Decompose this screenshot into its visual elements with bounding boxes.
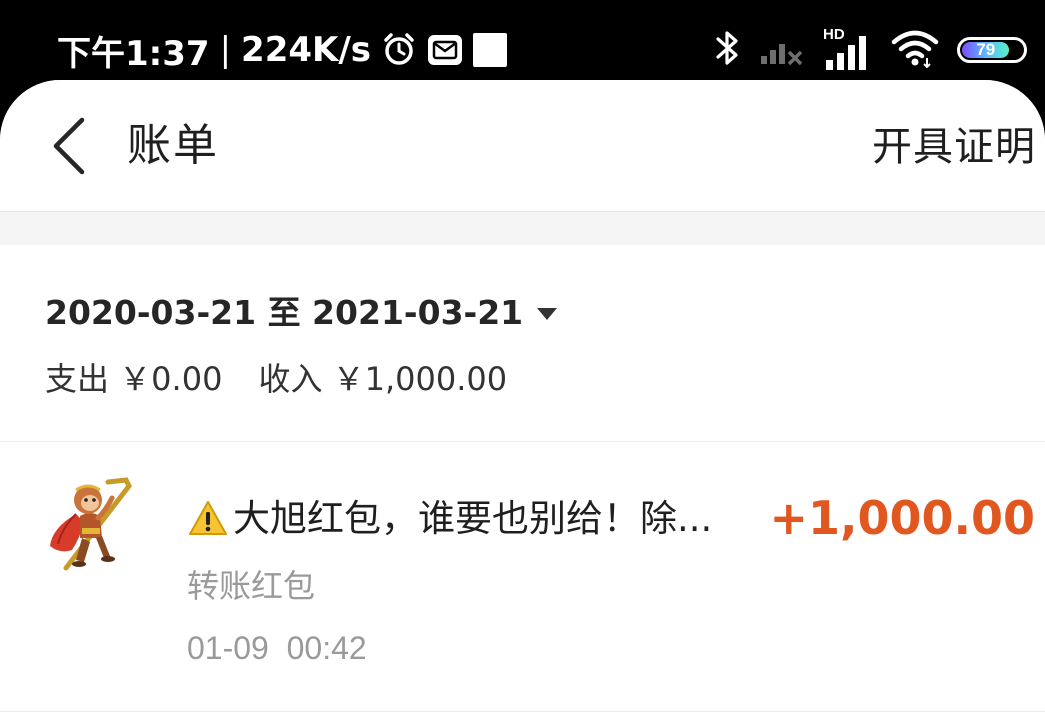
status-separator: | <box>219 30 232 70</box>
transaction-row[interactable]: 大旭红包，谁要也别给！除... +1,000.00 转账红包 01-09 00:… <box>0 442 1045 712</box>
transaction-type: 转账红包 <box>187 567 316 605</box>
transaction-time: 01-09 00:42 <box>187 630 367 666</box>
status-time: 下午1:37 <box>57 33 210 74</box>
signal-weak-icon <box>759 30 805 70</box>
status-left: 下午1:37 | 224K/s <box>57 26 508 74</box>
issue-certificate-button[interactable]: 开具证明 <box>872 120 1036 174</box>
status-right: HD 79 <box>715 26 1027 72</box>
summary-section: 2020-03-21 至 2021-03-21 支出 ￥0.00 收入 ￥1,0… <box>0 245 1045 442</box>
battery-icon: 79 <box>957 37 1027 63</box>
transaction-amount: +1,000.00 <box>769 491 1035 545</box>
date-range-selector[interactable]: 2020-03-21 至 2021-03-21 <box>45 291 558 335</box>
date-range-text: 2020-03-21 至 2021-03-21 <box>45 293 524 332</box>
main-sheet: 账单 开具证明 2020-03-21 至 2021-03-21 支出 ￥0.00… <box>0 80 1045 725</box>
signal-hd-icon: HD <box>823 26 873 72</box>
nav-bar: 账单 开具证明 <box>0 80 1045 212</box>
notification-square-icon <box>473 33 508 67</box>
app-root: 下午1:37 | 224K/s HD 79 账单 开具证明 2020-03-21… <box>0 0 1045 725</box>
status-speed: 224K/s <box>241 30 372 70</box>
totals-row: 支出 ￥0.00 收入 ￥1,000.00 <box>45 357 507 401</box>
section-divider <box>0 212 1045 245</box>
transaction-title: 大旭红包，谁要也别给！除... <box>187 494 712 544</box>
caret-down-icon <box>537 308 558 320</box>
mail-icon <box>427 32 463 68</box>
wifi-icon <box>891 28 939 72</box>
income-total: 收入 ￥1,000.00 <box>258 360 508 398</box>
page-title: 账单 <box>127 120 219 171</box>
chevron-left-icon <box>53 117 85 175</box>
alarm-icon <box>381 32 417 68</box>
expense-total: 支出 ￥0.00 <box>45 360 223 398</box>
battery-level: 79 <box>962 40 1010 59</box>
warning-icon <box>187 498 229 540</box>
avatar <box>46 476 136 572</box>
back-button[interactable] <box>38 108 98 184</box>
bluetooth-icon <box>715 28 741 72</box>
transaction-title-text: 大旭红包，谁要也别给！除... <box>233 497 713 540</box>
